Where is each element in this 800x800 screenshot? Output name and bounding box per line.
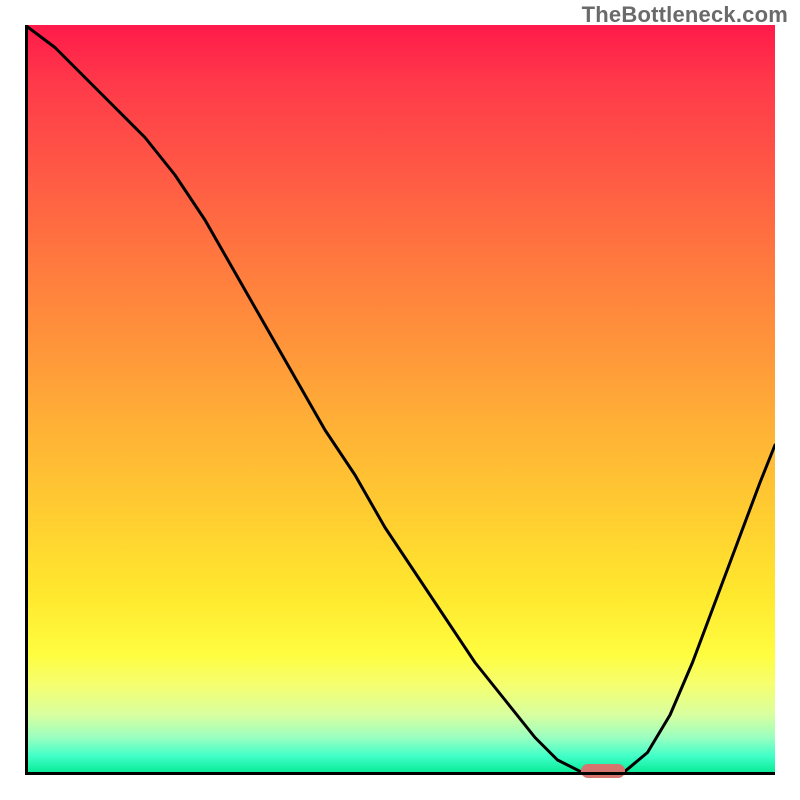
optimal-point-marker xyxy=(581,764,625,778)
bottleneck-chart: TheBottleneck.com xyxy=(0,0,800,800)
plot-gradient-background xyxy=(25,25,775,775)
y-axis xyxy=(25,25,28,775)
watermark-text: TheBottleneck.com xyxy=(582,2,788,28)
x-axis xyxy=(25,772,775,775)
